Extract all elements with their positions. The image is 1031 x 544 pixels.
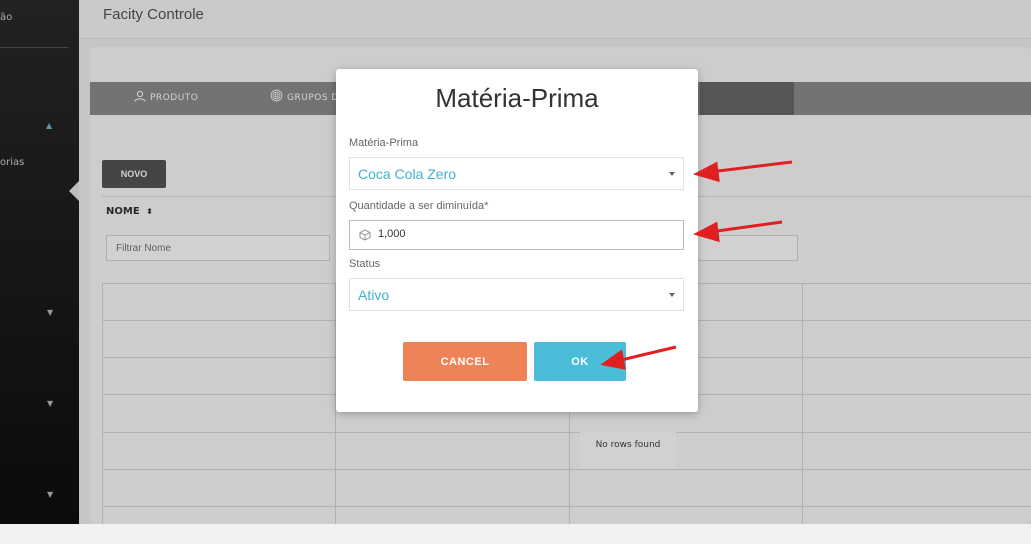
cube-icon xyxy=(359,229,371,241)
quantity-input[interactable]: 1,000 xyxy=(349,220,684,250)
dialog-title: Matéria-Prima xyxy=(435,83,599,113)
material-label: Matéria-Prima xyxy=(349,137,419,149)
status-select-value: Ativo xyxy=(358,287,390,303)
caret-down-icon xyxy=(669,293,675,297)
caret-down-icon xyxy=(669,172,675,176)
quantity-value: 1,000 xyxy=(378,228,406,240)
quantity-label: Quantidade a ser diminuída* xyxy=(349,200,489,212)
ok-button[interactable]: OK xyxy=(534,342,626,381)
status-label: Status xyxy=(349,258,381,270)
material-select[interactable]: Coca Cola Zero xyxy=(349,157,684,190)
material-select-value: Coca Cola Zero xyxy=(358,166,457,182)
status-select[interactable]: Ativo xyxy=(349,278,684,311)
materia-prima-dialog: Matéria-Prima Matéria-Prima Coca Cola Ze… xyxy=(336,69,698,412)
cancel-button[interactable]: CANCEL xyxy=(403,342,527,381)
